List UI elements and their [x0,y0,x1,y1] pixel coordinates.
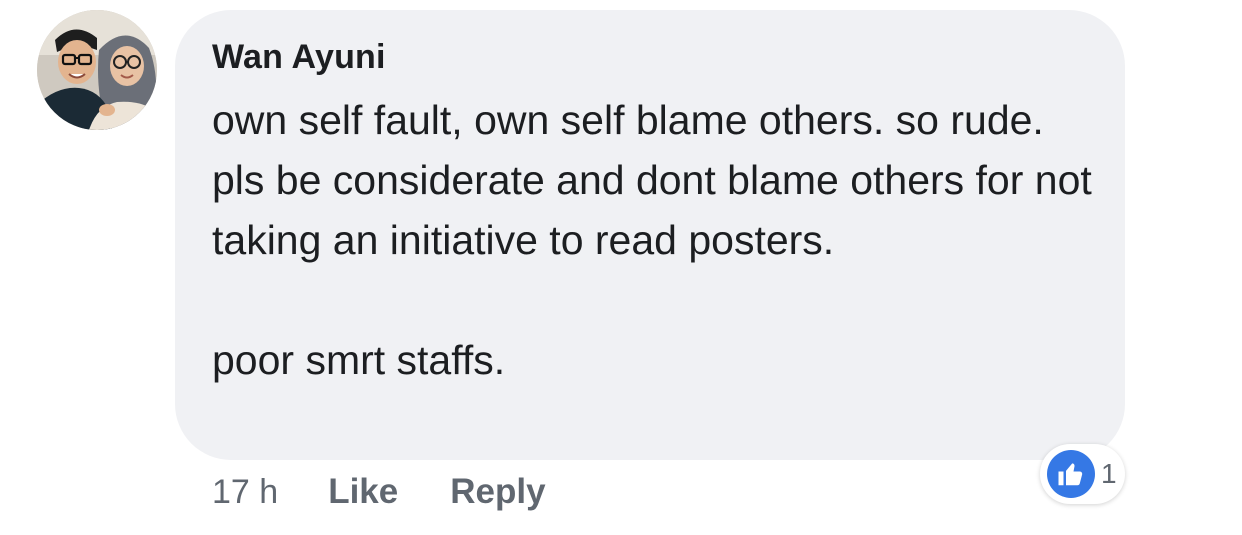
avatar-photo-icon [37,10,157,130]
reaction-summary[interactable]: 1 [1040,444,1125,504]
comment-paragraph: own self fault, own self blame others. s… [212,97,1092,263]
comment-timestamp[interactable]: 17 h [212,473,278,512]
comment-actions: 17 h Like Reply [212,470,598,514]
comment-paragraph: poor smrt staffs. [212,337,506,383]
like-button[interactable]: Like [328,472,398,512]
thumbs-up-icon [1047,450,1095,498]
comment-text: own self fault, own self blame others. s… [212,90,1102,390]
comment: Wan Ayuni own self fault, own self blame… [0,0,1242,535]
reaction-count: 1 [1101,458,1117,489]
author-avatar[interactable] [37,10,157,130]
comment-bubble: Wan Ayuni own self fault, own self blame… [175,10,1125,460]
author-name[interactable]: Wan Ayuni [212,38,386,77]
reply-button[interactable]: Reply [450,472,545,512]
